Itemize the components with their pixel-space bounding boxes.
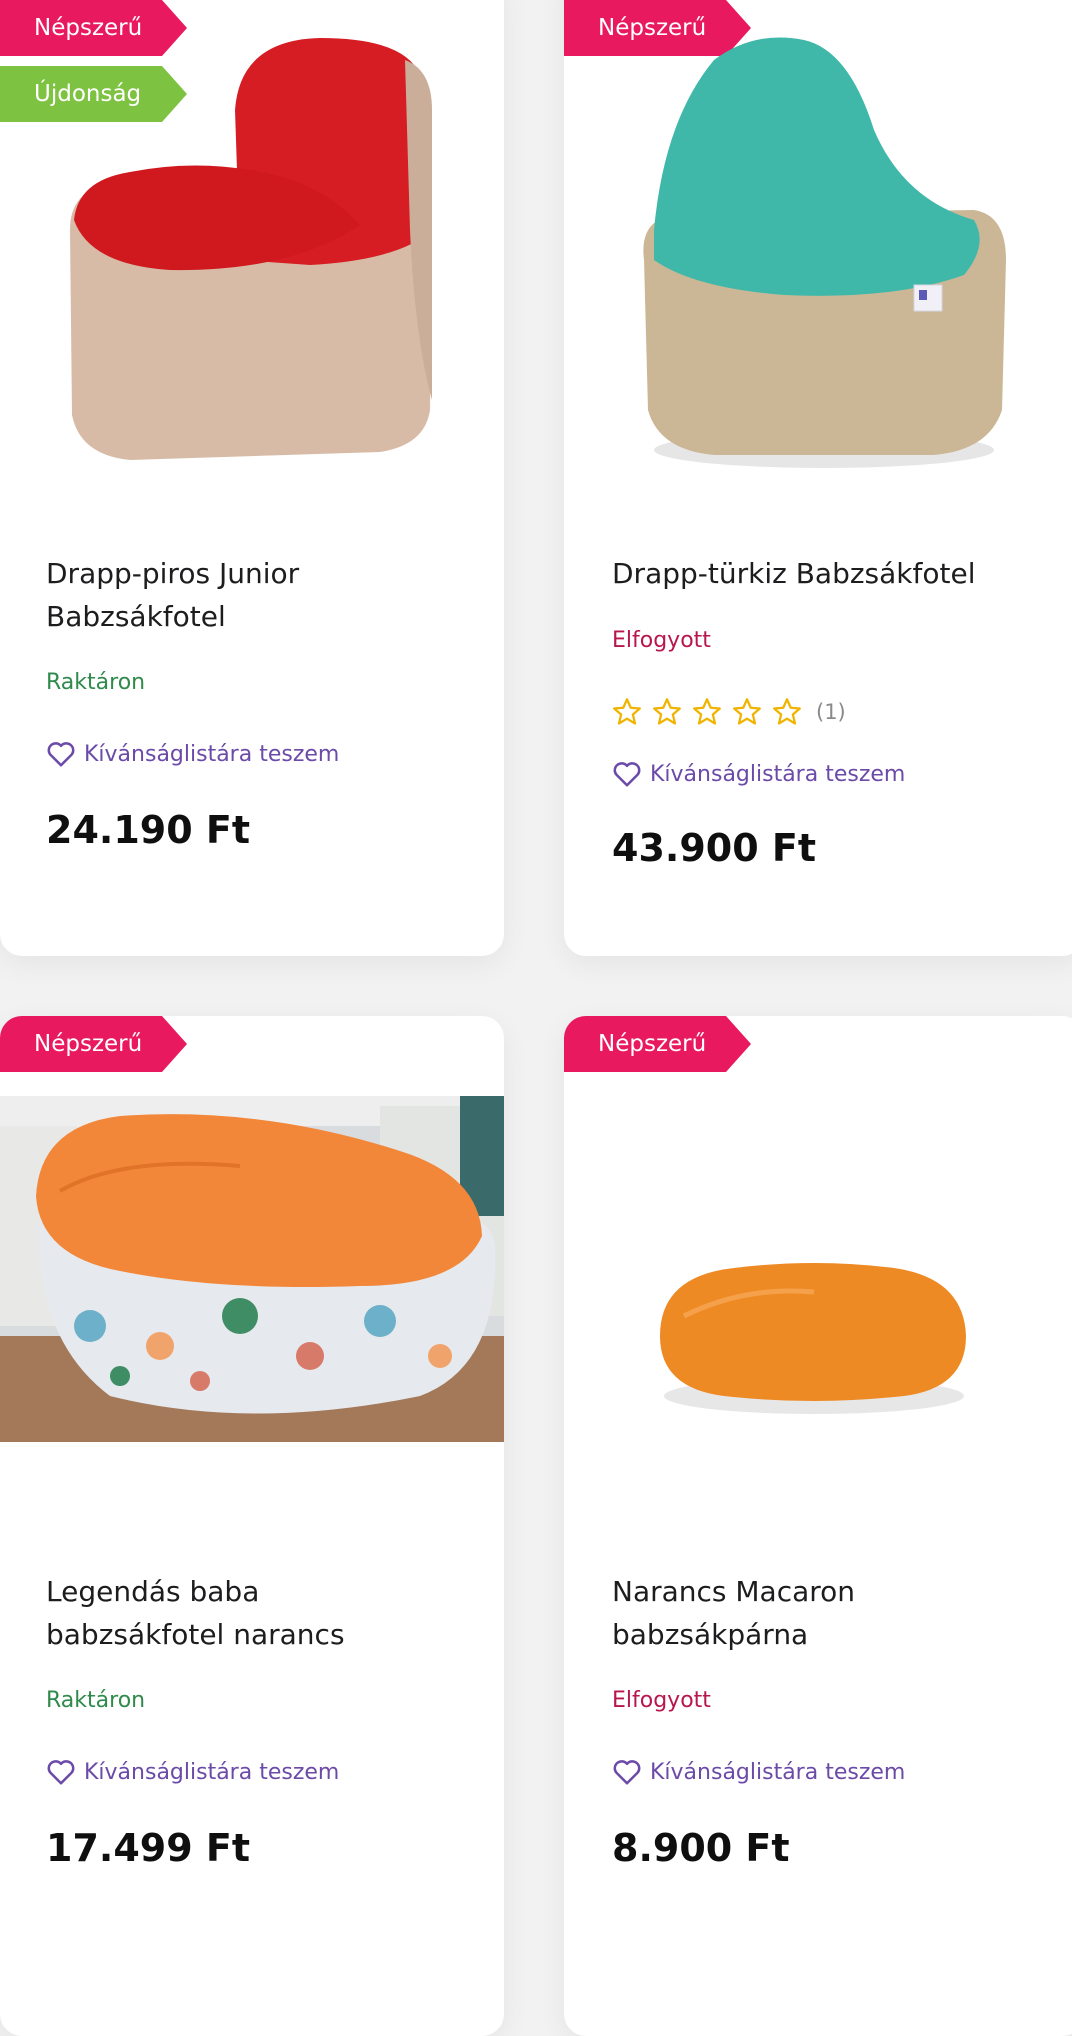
star-icon [613,698,641,725]
heart-icon [613,1760,641,1785]
rating-stars[interactable]: (1) [610,696,846,728]
product-title-line: babzsákpárna [612,1618,809,1651]
product-image[interactable] [0,1096,504,1442]
product-card[interactable]: Népszerű Legendás baba babzsákfotel nara… [0,1016,504,2036]
star-icon [733,698,761,725]
heart-icon [613,762,641,787]
product-image[interactable] [654,1256,974,1426]
product-card[interactable]: Népszerű Újdonság Drapp-piros Junior Bab… [0,0,504,956]
wishlist-label: Kívánságlistára teszem [84,1759,340,1785]
wishlist-button[interactable]: Kívánságlistára teszem [46,1758,339,1786]
heart-icon [47,742,75,767]
wishlist-button[interactable]: Kívánságlistára teszem [46,740,339,768]
product-title[interactable]: Narancs Macaron babzsákpárna [612,1570,1052,1656]
product-title[interactable]: Drapp-piros Junior Babzsákfotel [46,552,486,638]
stock-status: Raktáron [46,1688,146,1713]
product-price: 8.900 Ft [612,1826,790,1870]
star-icon [773,698,801,725]
product-price: 17.499 Ft [46,1826,250,1870]
product-image[interactable] [60,20,440,460]
product-title-line: babzsákfotel narancs [46,1618,345,1651]
product-price: 43.900 Ft [612,826,816,870]
product-price: 24.190 Ft [46,808,250,852]
stock-status: Elfogyott [612,628,711,653]
product-image[interactable] [634,30,1014,470]
wishlist-button[interactable]: Kívánságlistára teszem [612,1758,905,1786]
wishlist-label: Kívánságlistára teszem [84,741,340,767]
heart-icon [47,1760,75,1785]
star-icon [653,698,681,725]
product-title-line: Drapp-piros Junior [46,557,300,590]
product-title[interactable]: Legendás baba babzsákfotel narancs [46,1570,486,1656]
wishlist-button[interactable]: Kívánságlistára teszem [612,760,905,788]
wishlist-label: Kívánságlistára teszem [650,761,906,787]
popular-badge: Népszerű [0,1016,187,1072]
star-icon [693,698,721,725]
wishlist-label: Kívánságlistára teszem [650,1759,906,1785]
popular-badge: Népszerű [564,1016,751,1072]
product-card[interactable]: Népszerű Narancs Macaron babzsákpárna El… [564,1016,1072,2036]
stock-status: Elfogyott [612,1688,711,1713]
product-card[interactable]: Népszerű Drapp-türkiz Babzsákfotel Elfog… [564,0,1072,956]
product-title[interactable]: Drapp-türkiz Babzsákfotel [612,552,1052,595]
product-title-line: Legendás baba [46,1575,260,1608]
stock-status: Raktáron [46,670,146,695]
rating-count: (1) [816,700,846,724]
product-title-line: Drapp-türkiz Babzsákfotel [612,557,976,590]
product-title-line: Narancs Macaron [612,1575,856,1608]
product-title-line: Babzsákfotel [46,600,226,633]
